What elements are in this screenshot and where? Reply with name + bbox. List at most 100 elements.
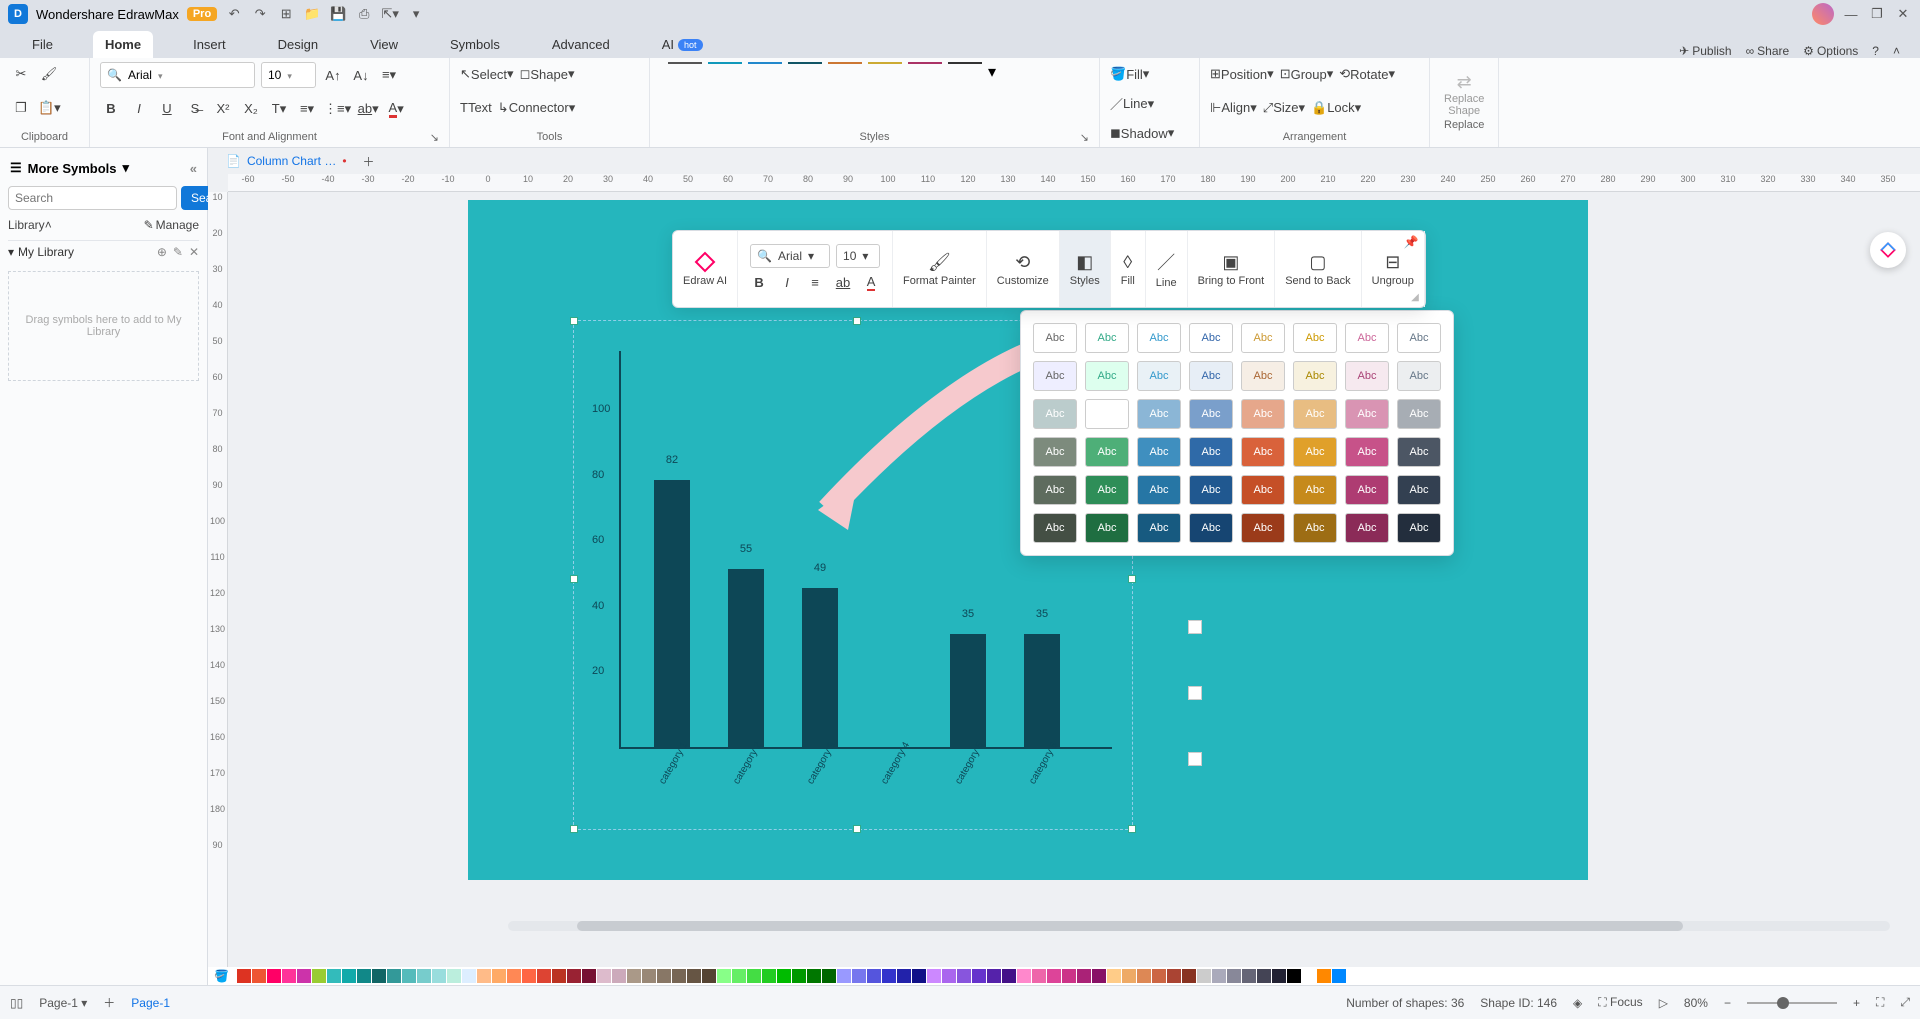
- drop-zone[interactable]: Drag symbols here to add to My Library: [8, 271, 199, 381]
- new-icon[interactable]: ⊞: [277, 5, 295, 23]
- style-swatch[interactable]: Abc: [1189, 475, 1233, 505]
- horizontal-scrollbar[interactable]: [508, 921, 1890, 931]
- color-swatch[interactable]: [882, 969, 896, 983]
- style-swatch[interactable]: Abc: [1085, 399, 1129, 429]
- style-swatch[interactable]: Abc: [1137, 399, 1181, 429]
- color-swatch[interactable]: [612, 969, 626, 983]
- zoom-in-icon[interactable]: +: [1853, 996, 1860, 1010]
- color-swatch[interactable]: [357, 969, 371, 983]
- style-swatch[interactable]: Abc: [1397, 513, 1441, 543]
- style-swatch[interactable]: Abc: [1189, 361, 1233, 391]
- minimize-icon[interactable]: —: [1842, 5, 1860, 23]
- color-swatch[interactable]: [252, 969, 266, 983]
- shape-button[interactable]: ◻ Shape▾: [520, 62, 575, 86]
- line-style-gallery[interactable]: ▾: [660, 62, 1089, 64]
- close-icon[interactable]: ✕: [1894, 5, 1912, 23]
- font-family-combo[interactable]: 🔍 Arial: [100, 62, 255, 88]
- legend-checkbox-2[interactable]: [1188, 686, 1202, 700]
- style-swatch[interactable]: Abc: [1137, 513, 1181, 543]
- replace-shape-icon[interactable]: ⇄: [1457, 72, 1472, 93]
- edrawai-button[interactable]: Edraw AI: [673, 231, 738, 307]
- color-swatch[interactable]: [687, 969, 701, 983]
- paste-icon[interactable]: 📋▾: [38, 96, 61, 120]
- zoom-slider[interactable]: [1747, 1002, 1837, 1004]
- user-avatar[interactable]: [1812, 3, 1834, 25]
- color-swatch[interactable]: [492, 969, 506, 983]
- style-swatch[interactable]: Abc: [1033, 475, 1077, 505]
- zoom-out-icon[interactable]: −: [1724, 996, 1731, 1010]
- color-swatch[interactable]: [417, 969, 431, 983]
- share-button[interactable]: ∞ Share: [1746, 44, 1790, 58]
- color-swatch[interactable]: [1107, 969, 1121, 983]
- color-swatch[interactable]: [282, 969, 296, 983]
- shadow-button[interactable]: ◼ Shadow▾: [1110, 121, 1174, 145]
- library-label[interactable]: Library: [8, 218, 45, 232]
- focus-button[interactable]: ⛶ Focus: [1598, 995, 1642, 1010]
- color-swatch[interactable]: [762, 969, 776, 983]
- align-button[interactable]: ⊩ Align▾: [1210, 96, 1257, 120]
- legend-checkbox-1[interactable]: [1188, 620, 1202, 634]
- highlight-icon[interactable]: ab▾: [357, 97, 379, 121]
- ai-assistant-bubble[interactable]: [1870, 232, 1906, 268]
- mylib-edit-icon[interactable]: ✎: [173, 245, 183, 259]
- add-page-icon[interactable]: ＋: [103, 994, 115, 1011]
- ctx-fill[interactable]: ◊Fill: [1111, 231, 1146, 307]
- ctx-bring-front[interactable]: ▣Bring to Front: [1188, 231, 1276, 307]
- ctx-fontcolor-icon[interactable]: A: [860, 270, 882, 294]
- style-swatch[interactable]: Abc: [1293, 361, 1337, 391]
- color-swatch[interactable]: [927, 969, 941, 983]
- color-swatch[interactable]: [387, 969, 401, 983]
- color-swatch[interactable]: [972, 969, 986, 983]
- manage-label[interactable]: Manage: [156, 218, 199, 232]
- more-qa-icon[interactable]: ▾: [407, 5, 425, 23]
- style-swatch[interactable]: Abc: [1085, 437, 1129, 467]
- color-swatch[interactable]: [1167, 969, 1181, 983]
- bold-icon[interactable]: B: [100, 97, 122, 121]
- color-swatch[interactable]: [582, 969, 596, 983]
- ctx-align-icon[interactable]: ≡: [804, 270, 826, 294]
- lock-button[interactable]: 🔒 Lock▾: [1311, 96, 1361, 120]
- color-swatch[interactable]: [1077, 969, 1091, 983]
- style-swatch[interactable]: Abc: [1397, 475, 1441, 505]
- ctx-italic-icon[interactable]: I: [776, 270, 798, 294]
- color-swatch[interactable]: [402, 969, 416, 983]
- style-swatch[interactable]: Abc: [1137, 475, 1181, 505]
- color-swatch[interactable]: [987, 969, 1001, 983]
- page-combo[interactable]: Page-1 ▾: [39, 996, 87, 1010]
- symbol-search-input[interactable]: [8, 186, 177, 210]
- style-swatch[interactable]: Abc: [1293, 323, 1337, 353]
- color-swatch[interactable]: [657, 969, 671, 983]
- mylib-caret-icon[interactable]: ▾: [8, 245, 14, 259]
- pin-icon[interactable]: 📌: [1404, 235, 1419, 249]
- style-swatch[interactable]: Abc: [1293, 475, 1337, 505]
- tab-insert[interactable]: Insert: [181, 31, 238, 58]
- mylib-add-icon[interactable]: ⊕: [157, 245, 167, 259]
- color-swatch[interactable]: [777, 969, 791, 983]
- color-swatch[interactable]: [297, 969, 311, 983]
- tab-home[interactable]: Home: [93, 31, 153, 58]
- style-swatch[interactable]: Abc: [1293, 513, 1337, 543]
- library-collapse-icon[interactable]: ˄: [45, 218, 52, 232]
- ctx-size-combo[interactable]: 10▾: [836, 244, 880, 268]
- symbols-more-icon[interactable]: ▾: [123, 160, 130, 176]
- style-swatch[interactable]: Abc: [1033, 513, 1077, 543]
- color-swatch[interactable]: [552, 969, 566, 983]
- style-swatch[interactable]: Abc: [1241, 437, 1285, 467]
- style-swatch[interactable]: Abc: [1241, 513, 1285, 543]
- color-swatch[interactable]: [942, 969, 956, 983]
- text-button[interactable]: T Text: [460, 96, 492, 120]
- new-tab-button[interactable]: ＋: [363, 153, 375, 170]
- shrink-font-icon[interactable]: A↓: [350, 63, 372, 87]
- print-icon[interactable]: ⎙: [355, 5, 373, 23]
- fullscreen-icon[interactable]: ⤢: [1900, 995, 1910, 1010]
- color-swatch[interactable]: [1242, 969, 1256, 983]
- mylib-close-icon[interactable]: ✕: [189, 245, 199, 259]
- color-swatch[interactable]: [627, 969, 641, 983]
- color-swatch[interactable]: [237, 969, 251, 983]
- tab-symbols[interactable]: Symbols: [438, 31, 512, 58]
- save-icon[interactable]: 💾: [329, 5, 347, 23]
- redo-icon[interactable]: ↷: [251, 5, 269, 23]
- export-icon[interactable]: ⇱▾: [381, 5, 399, 23]
- mylib-label[interactable]: My Library: [18, 245, 74, 259]
- color-swatch[interactable]: [567, 969, 581, 983]
